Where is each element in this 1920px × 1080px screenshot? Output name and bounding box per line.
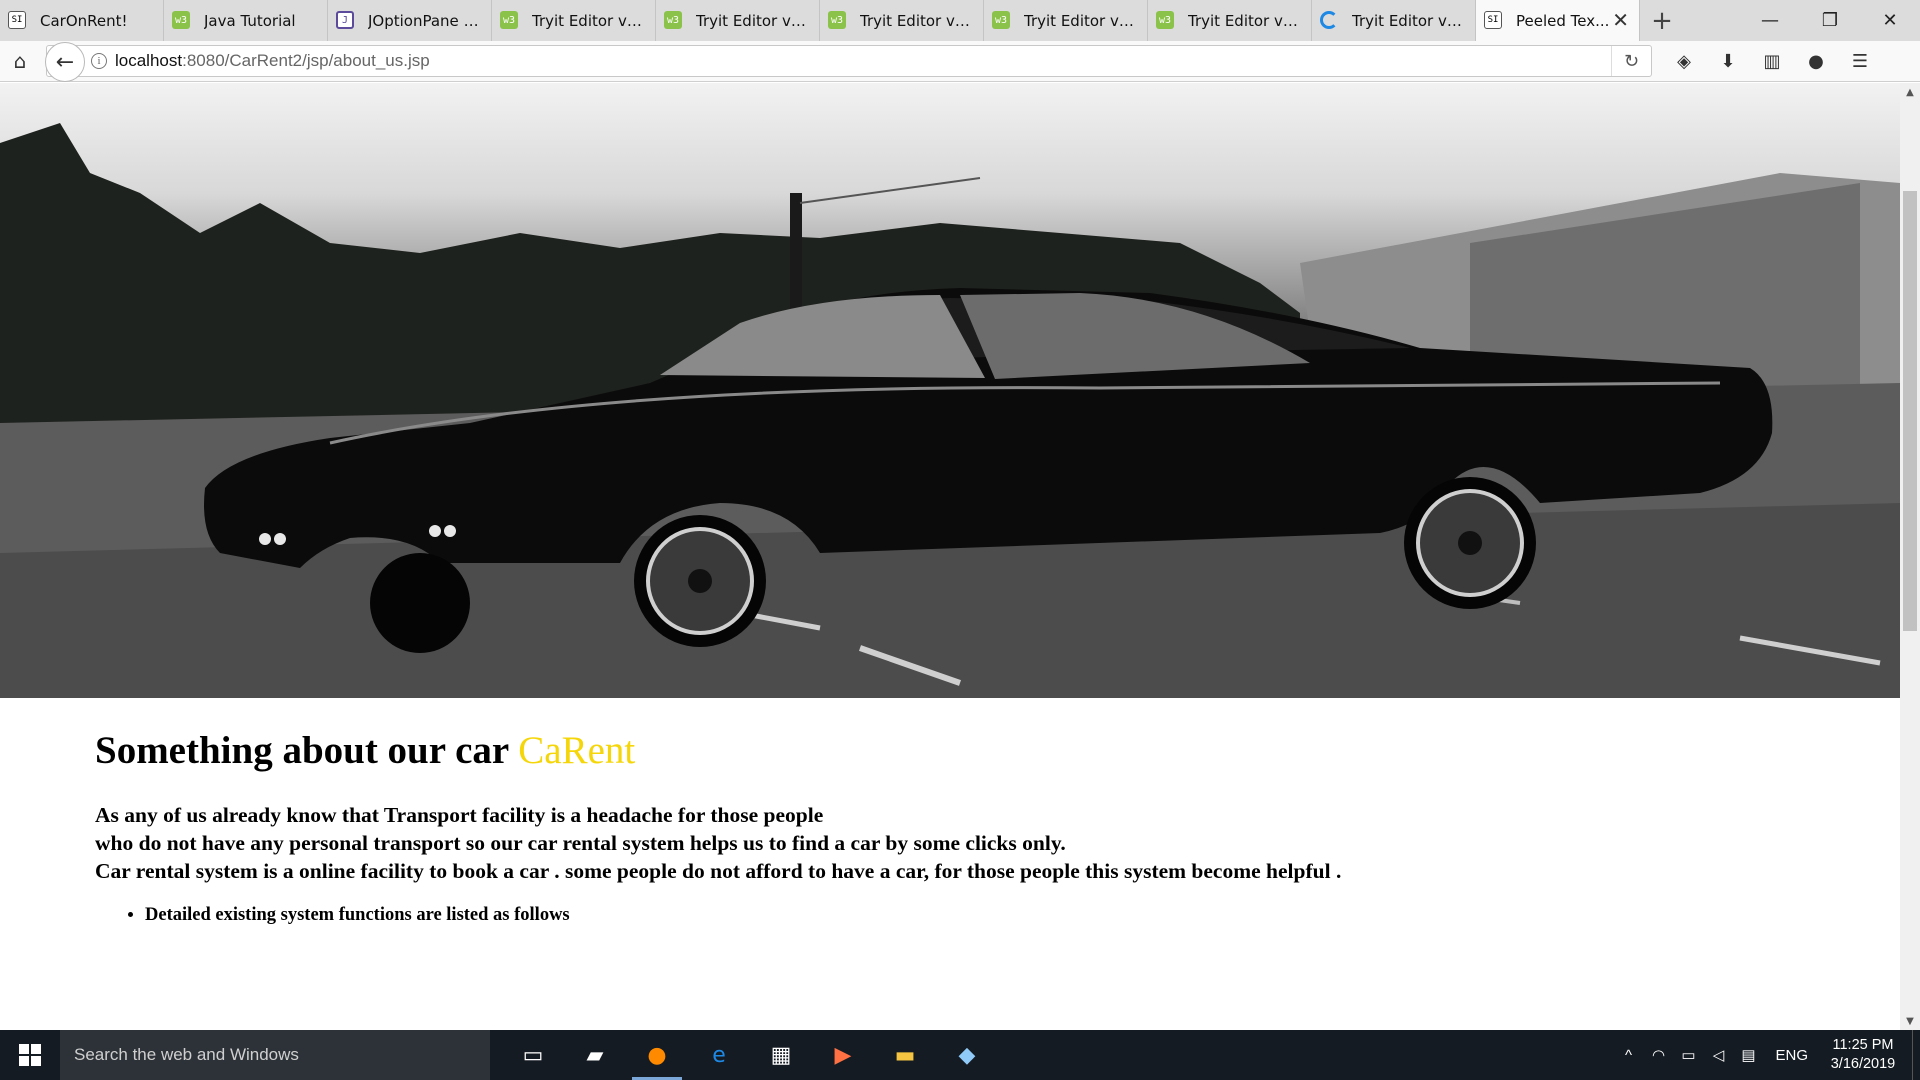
system-tray: ^ ◠ ▭ ◁ ▤ ENG 11:25 PM 3/16/2019 — [1613, 1030, 1920, 1080]
tab-title: Peeled Tex... — [1516, 11, 1610, 30]
tab-tryit-3[interactable]: w3 Tryit Editor v3.6 — [820, 0, 984, 41]
tab-java-tutorial[interactable]: w3 Java Tutorial — [164, 0, 328, 41]
window-controls: — ❐ ✕ — [1740, 0, 1920, 41]
w3-favicon-icon: w3 — [500, 11, 518, 29]
new-tab-button[interactable]: + — [1640, 0, 1684, 41]
edge-icon[interactable]: e — [688, 1030, 750, 1080]
url-host: localhost — [115, 51, 183, 70]
tab-caronrent[interactable]: SI CarOnRent! — [0, 0, 164, 41]
close-tab-icon[interactable]: ✕ — [1612, 8, 1629, 32]
tab-tryit-2[interactable]: w3 Tryit Editor v3.6 — [656, 0, 820, 41]
tab-title: Tryit Editor v3.6 — [696, 11, 809, 30]
chevron-up-icon[interactable]: ^ — [1613, 1047, 1643, 1064]
w3-favicon-icon: w3 — [664, 11, 682, 29]
url-path: :8080/CarRent2/jsp/about_us.jsp — [182, 51, 430, 70]
info-icon[interactable]: i — [91, 53, 107, 69]
tab-title: CarOnRent! — [40, 11, 128, 30]
wifi-icon[interactable]: ◠ — [1643, 1046, 1673, 1064]
list-item: Detailed existing system functions are l… — [145, 905, 1795, 926]
address-bar[interactable]: ← i localhost:8080/CarRent2/jsp/about_us… — [45, 42, 1652, 82]
notepad-icon[interactable]: ▰ — [564, 1030, 626, 1080]
store-icon[interactable]: ▦ — [750, 1030, 812, 1080]
page-favicon-icon: SI — [1484, 11, 1502, 29]
tab-tryit-1[interactable]: w3 Tryit Editor v3.6 — [492, 0, 656, 41]
intro-line-2: who do not have any personal transport s… — [95, 830, 1066, 855]
w3-favicon-icon: w3 — [828, 11, 846, 29]
scroll-up-icon[interactable]: ▲ — [1900, 83, 1920, 101]
vertical-scrollbar[interactable]: ▲ ▼ — [1900, 83, 1920, 1030]
tab-title: Tryit Editor v3.6 — [1024, 11, 1137, 30]
tab-strip: SI CarOnRent! w3 Java Tutorial J JOption… — [0, 0, 1920, 41]
notification-icon[interactable]: ▤ — [1733, 1046, 1763, 1064]
clock-time: 11:25 PM — [1832, 1037, 1894, 1053]
page-favicon-icon: SI — [8, 11, 26, 29]
virtualbox-icon[interactable]: ◆ — [936, 1030, 998, 1080]
loading-icon — [1320, 11, 1338, 29]
brand-name: CaRent — [518, 729, 636, 772]
url-text[interactable]: localhost:8080/CarRent2/jsp/about_us.jsp — [115, 51, 430, 71]
feature-list: Detailed existing system functions are l… — [145, 905, 1795, 926]
battery-icon[interactable]: ▭ — [1673, 1046, 1703, 1064]
scroll-down-icon[interactable]: ▼ — [1900, 1012, 1920, 1030]
tab-title: Java Tutorial — [204, 11, 296, 30]
scroll-thumb[interactable] — [1903, 191, 1917, 631]
about-content: Something about our car CaRent As any of… — [95, 728, 1795, 926]
page-title: Something about our car CaRent — [95, 728, 1795, 775]
home-icon[interactable]: ⌂ — [0, 41, 40, 81]
nav-bar: ⌂ ← i localhost:8080/CarRent2/jsp/about_… — [0, 41, 1920, 82]
tab-title: Tryit Editor v3.6 — [1188, 11, 1301, 30]
title-prefix: Something about our car — [95, 729, 519, 772]
clock-date: 3/16/2019 — [1830, 1056, 1896, 1072]
tab-peeled-text[interactable]: SI Peeled Tex... ✕ — [1476, 0, 1640, 41]
tab-tryit-5[interactable]: w3 Tryit Editor v3.6 — [1148, 0, 1312, 41]
restore-button[interactable]: ❐ — [1800, 0, 1860, 41]
doc-favicon-icon: J — [336, 11, 354, 29]
start-button[interactable] — [0, 1030, 60, 1080]
hero-car-image — [0, 83, 1900, 698]
clock[interactable]: 11:25 PM 3/16/2019 — [1820, 1036, 1906, 1074]
windows-logo-icon — [19, 1044, 41, 1066]
file-explorer-icon[interactable]: ▬ — [874, 1030, 936, 1080]
pocket-icon[interactable]: ◈ — [1662, 41, 1706, 81]
w3-favicon-icon: w3 — [172, 11, 190, 29]
w3-favicon-icon: w3 — [992, 11, 1010, 29]
taskbar-search[interactable]: Search the web and Windows — [60, 1030, 490, 1080]
tab-title: JOptionPane Ut... — [368, 11, 481, 30]
show-desktop-button[interactable] — [1912, 1030, 1920, 1080]
tab-joptionpane[interactable]: J JOptionPane Ut... — [328, 0, 492, 41]
task-view-icon[interactable]: ▭ — [502, 1030, 564, 1080]
minimize-button[interactable]: — — [1740, 0, 1800, 41]
page-viewport: ▲ ▼ Something about our car CaRent As an… — [0, 83, 1920, 1030]
intro-paragraph: As any of us already know that Transport… — [95, 801, 1795, 885]
back-button[interactable]: ← — [45, 42, 85, 82]
tab-tryit-6[interactable]: Tryit Editor v3.6 — [1312, 0, 1476, 41]
volume-icon[interactable]: ◁ — [1703, 1046, 1733, 1064]
reload-icon[interactable]: ↻ — [1611, 46, 1651, 76]
menu-icon[interactable]: ☰ — [1838, 41, 1882, 81]
tab-title: Tryit Editor v3.6 — [860, 11, 973, 30]
firefox-icon[interactable]: ● — [626, 1030, 688, 1080]
close-window-button[interactable]: ✕ — [1860, 0, 1920, 41]
sidebar-icon[interactable]: ▥ — [1750, 41, 1794, 81]
taskbar: Search the web and Windows ▭ ▰ ● e ▦ ▶ ▬… — [0, 1030, 1920, 1080]
media-player-icon[interactable]: ▶ — [812, 1030, 874, 1080]
tab-title: Tryit Editor v3.6 — [532, 11, 645, 30]
w3-favicon-icon: w3 — [1156, 11, 1174, 29]
intro-line-1: As any of us already know that Transport… — [95, 802, 824, 827]
download-icon[interactable]: ⬇ — [1706, 41, 1750, 81]
intro-line-3: Car rental system is a online facility t… — [95, 858, 1342, 883]
language-indicator[interactable]: ENG — [1775, 1047, 1808, 1064]
search-placeholder: Search the web and Windows — [74, 1045, 299, 1064]
tab-tryit-4[interactable]: w3 Tryit Editor v3.6 — [984, 0, 1148, 41]
chat-icon[interactable]: ● — [1794, 41, 1838, 81]
tab-title: Tryit Editor v3.6 — [1352, 11, 1465, 30]
